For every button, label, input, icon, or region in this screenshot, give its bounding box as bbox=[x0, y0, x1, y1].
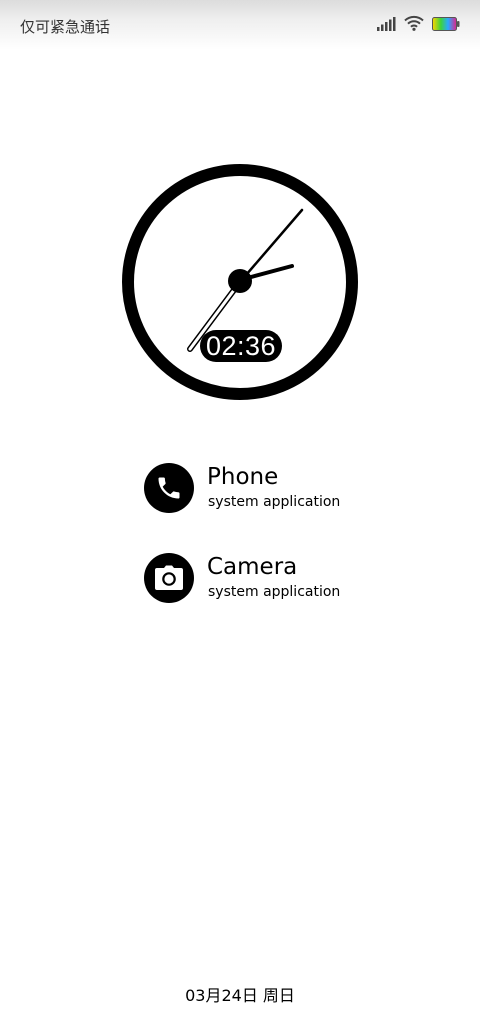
battery-icon bbox=[432, 16, 460, 35]
app-name: Phone bbox=[207, 464, 279, 490]
clock-center bbox=[228, 269, 252, 293]
signal-icon bbox=[376, 16, 396, 35]
app-subtitle: system application bbox=[208, 494, 341, 510]
app-name: Camera bbox=[207, 554, 298, 580]
wifi-icon bbox=[404, 15, 424, 35]
analog-clock bbox=[120, 162, 360, 402]
phone-icon[interactable] bbox=[144, 463, 194, 513]
app-subtitle: system application bbox=[208, 584, 341, 600]
status-bar: 仅可紧急通话 bbox=[0, 0, 480, 50]
carrier-text: 仅可紧急通话 bbox=[20, 18, 111, 36]
digital-time: 02:36 bbox=[200, 330, 282, 362]
app-phone[interactable]: Phone system application bbox=[144, 463, 384, 515]
app-camera[interactable]: Camera system application bbox=[144, 553, 384, 605]
camera-icon[interactable] bbox=[144, 553, 194, 603]
date-text: 03月24日 周日 bbox=[185, 986, 295, 1005]
status-icons bbox=[376, 15, 460, 35]
